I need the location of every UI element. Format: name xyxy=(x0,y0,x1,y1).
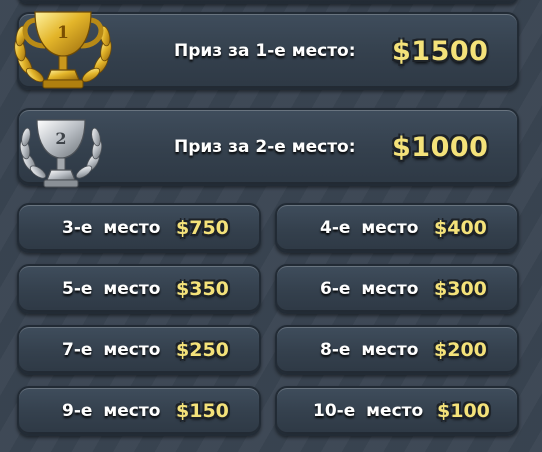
place-label: 4-е место xyxy=(320,218,419,238)
place-amount: $750 xyxy=(176,217,229,239)
prize-label-second: Приз за 2-е место: xyxy=(174,137,356,157)
place-amount: $250 xyxy=(176,339,229,361)
silver-trophy-icon: 2 xyxy=(19,119,103,188)
place-label: 5-е место xyxy=(62,279,161,299)
place-panel-6: 6-е место $300 xyxy=(275,264,519,314)
place-amount: $350 xyxy=(176,278,229,300)
place-label: 7-е место xyxy=(62,340,161,360)
place-label: 3-е место xyxy=(62,218,161,238)
place-label: 9-е место xyxy=(62,401,161,421)
prize-panel-second: 2 Приз за 2-е место: $1000 xyxy=(17,108,519,188)
place-amount: $200 xyxy=(434,339,487,361)
place-label: 8-е место xyxy=(320,340,419,360)
prize-amount-first: $1500 xyxy=(392,35,489,67)
place-amount: $100 xyxy=(437,400,490,422)
place-amount: $400 xyxy=(434,217,487,239)
trophy-rank-2: 2 xyxy=(55,129,66,148)
prize-amount-second: $1000 xyxy=(392,131,489,163)
place-label: 6-е место xyxy=(320,279,419,299)
place-amount: $150 xyxy=(176,400,229,422)
place-amount: $300 xyxy=(434,278,487,300)
place-panel-5: 5-е место $350 xyxy=(17,264,261,314)
prize-label-first: Приз за 1-е место: xyxy=(174,41,356,61)
place-panel-10: 10-е место $100 xyxy=(275,386,519,436)
place-panel-4: 4-е место $400 xyxy=(275,203,519,253)
place-panel-7: 7-е место $250 xyxy=(17,325,261,375)
place-panel-9: 9-е место $150 xyxy=(17,386,261,436)
trophy-rank-1: 1 xyxy=(57,23,69,43)
place-panel-3: 3-е место $750 xyxy=(17,203,261,253)
place-label: 10-е место xyxy=(313,401,424,421)
gold-trophy-icon: 1 xyxy=(14,11,112,89)
place-panel-8: 8-е место $200 xyxy=(275,325,519,375)
prize-panel-first: 1 Приз за 1-е место: $1500 xyxy=(14,11,519,90)
